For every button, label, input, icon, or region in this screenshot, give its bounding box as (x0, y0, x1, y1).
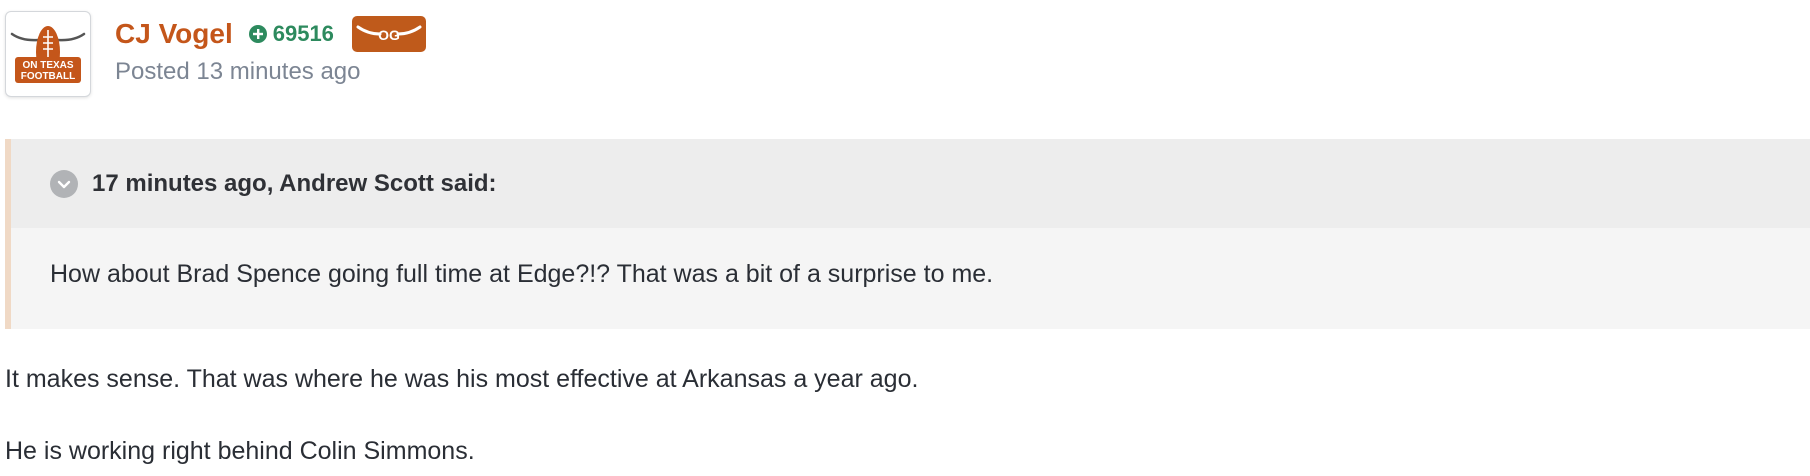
avatar-text-line2: FOOTBALL (21, 71, 75, 82)
forum-post: ON TEXAS FOOTBALL CJ Vogel 69516 OG Post… (0, 0, 1810, 476)
posted-label: Posted (115, 58, 190, 85)
quote-block: 17 minutes ago, Andrew Scott said: How a… (5, 139, 1810, 329)
chevron-down-icon[interactable] (50, 169, 78, 198)
quote-citation: 17 minutes ago, Andrew Scott said: (92, 169, 497, 197)
avatar-text-line1: ON TEXAS (22, 60, 73, 71)
post-paragraph: It makes sense. That was where he was hi… (5, 365, 919, 393)
post-paragraph: He is working right behind Colin Simmons… (5, 437, 475, 465)
longhorn-icon: OG (356, 25, 422, 43)
author-line: CJ Vogel 69516 OG (115, 14, 426, 54)
badge-text: OG (378, 27, 400, 43)
on-texas-football-logo: ON TEXAS FOOTBALL (10, 26, 86, 83)
og-badge: OG (351, 16, 426, 52)
author-name-link[interactable]: CJ Vogel (115, 18, 233, 50)
plus-circle-icon (248, 25, 267, 43)
post-meta: Posted 13 minutes ago (115, 58, 361, 86)
reputation-count: 69516 (272, 21, 334, 46)
quote-text: How about Brad Spence going full time at… (50, 260, 994, 288)
author-avatar[interactable]: ON TEXAS FOOTBALL (5, 11, 91, 97)
reputation-badge: 69516 (248, 21, 334, 47)
post-time-link[interactable]: 13 minutes ago (196, 58, 360, 85)
quote-header[interactable]: 17 minutes ago, Andrew Scott said: (11, 139, 1810, 228)
